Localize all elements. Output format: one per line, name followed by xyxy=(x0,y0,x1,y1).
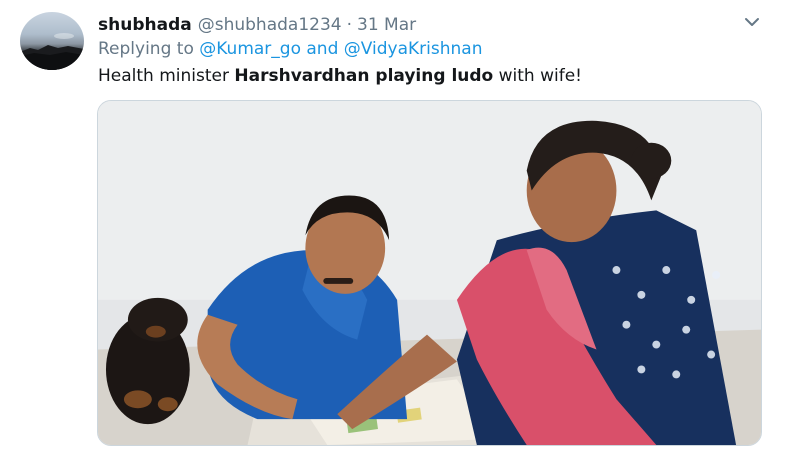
reply-and-text[interactable]: and xyxy=(306,39,338,59)
tweet-text-part-2: with wife! xyxy=(493,66,582,86)
user-handle[interactable]: @shubhada1234 xyxy=(198,15,342,35)
photo-illustration xyxy=(98,101,761,445)
tweet-text-bold: Harshvardhan playing ludo xyxy=(234,66,494,86)
avatar[interactable] xyxy=(20,12,84,70)
replying-prefix: Replying to xyxy=(98,39,194,59)
replying-to-line: Replying to @Kumar_go and @VidyaKrishnan xyxy=(98,39,483,59)
reply-user-link-2[interactable]: @VidyaKrishnan xyxy=(344,39,483,59)
tweet-date[interactable]: 31 Mar xyxy=(357,15,416,35)
tweet-header: shubhada @shubhada1234 · 31 Mar xyxy=(98,13,416,37)
avatar-landscape-image xyxy=(20,33,84,70)
display-name[interactable]: shubhada xyxy=(98,15,192,35)
tweet: shubhada @shubhada1234 · 31 Mar Replying… xyxy=(0,0,800,451)
separator-dot: · xyxy=(346,15,352,35)
tweet-media-photo[interactable] xyxy=(97,100,762,446)
tweet-text: Health minister Harshvardhan playing lud… xyxy=(98,66,582,86)
reply-user-link-1[interactable]: @Kumar_go xyxy=(199,39,301,59)
chevron-down-icon[interactable] xyxy=(742,12,762,32)
tweet-text-part-1: Health minister xyxy=(98,66,235,86)
